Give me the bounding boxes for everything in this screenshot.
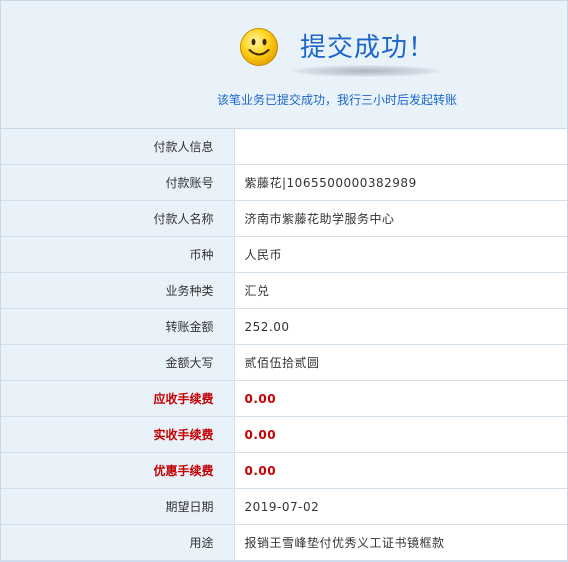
row-value: 汇兑 (234, 272, 567, 309)
title-shadow (291, 65, 441, 77)
result-panel: 提交成功！ 该笔业务已提交成功，我行三小时后发起转账 付款人信息 付款账号 紫藤… (0, 0, 568, 562)
smiley-face-icon (240, 28, 278, 66)
row-label: 转账金额 (1, 308, 235, 345)
row-value (234, 129, 567, 165)
row-label: 优惠手续费 (1, 452, 235, 489)
row-value: 人民币 (234, 236, 567, 273)
row-value: 报销王雪峰垫付优秀义工证书镜框款 (234, 524, 567, 561)
success-message: 该笔业务已提交成功，我行三小时后发起转账 (217, 93, 458, 107)
row-value: 252.00 (234, 308, 567, 345)
row-label: 期望日期 (1, 488, 235, 525)
row-label: 付款人名称 (1, 200, 235, 237)
table-row: 实收手续费 0.00 (1, 416, 567, 453)
row-label: 实收手续费 (1, 416, 235, 453)
table-row: 优惠手续费 0.00 (1, 452, 567, 489)
table-row: 业务种类 汇兑 (1, 272, 567, 309)
table-row: 金额大写 贰佰伍拾贰圆 (1, 344, 567, 381)
row-label: 付款账号 (1, 164, 235, 201)
row-label: 金额大写 (1, 344, 235, 381)
table-row: 转账金额 252.00 (1, 308, 567, 345)
row-value: 0.00 (234, 380, 567, 417)
table-row: 用途 报销王雪峰垫付优秀义工证书镜框款 (1, 524, 567, 561)
table-row: 付款人名称 济南市紫藤花助学服务中心 (1, 200, 567, 237)
row-label: 应收手续费 (1, 380, 235, 417)
transfer-details-table: 付款人信息 付款账号 紫藤花|1065500000382989 付款人名称 济南… (1, 129, 567, 561)
row-value: 0.00 (234, 416, 567, 453)
row-value: 贰佰伍拾贰圆 (234, 344, 567, 381)
row-label: 付款人信息 (1, 129, 235, 165)
table-row: 付款账号 紫藤花|1065500000382989 (1, 164, 567, 201)
row-label: 用途 (1, 524, 235, 561)
table-row: 期望日期 2019-07-02 (1, 488, 567, 525)
success-banner: 提交成功！ 该笔业务已提交成功，我行三小时后发起转账 (1, 1, 567, 129)
table-row: 应收手续费 0.00 (1, 380, 567, 417)
row-value: 紫藤花|1065500000382989 (234, 164, 567, 201)
row-value: 济南市紫藤花助学服务中心 (234, 200, 567, 237)
row-label: 业务种类 (1, 272, 235, 309)
row-label: 币种 (1, 236, 235, 273)
success-title: 提交成功！ (300, 33, 436, 63)
row-value: 2019-07-02 (234, 488, 567, 525)
table-row: 币种 人民币 (1, 236, 567, 273)
table-row: 付款人信息 (1, 129, 567, 165)
row-value: 0.00 (234, 452, 567, 489)
